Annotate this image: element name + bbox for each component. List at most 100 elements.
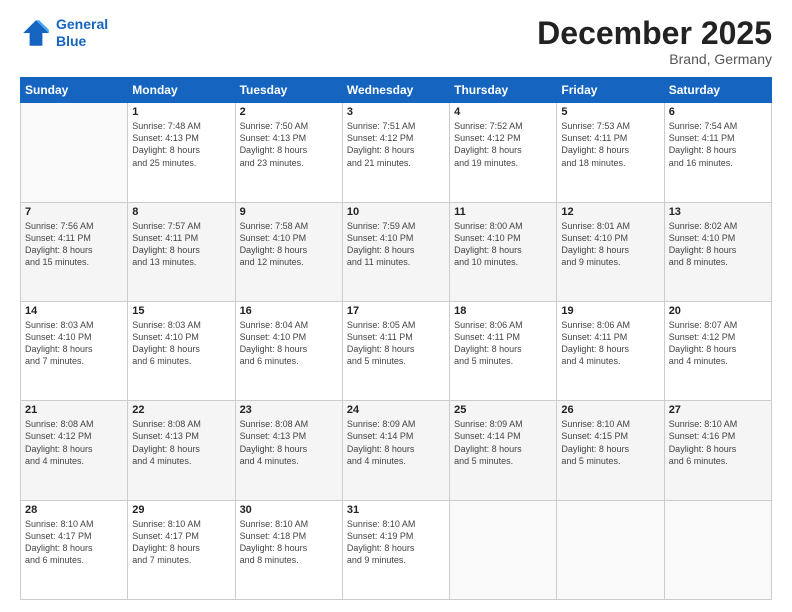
- table-row: 9 Sunrise: 7:58 AMSunset: 4:10 PMDaylight…: [235, 202, 342, 301]
- day-info: Sunrise: 8:07 AMSunset: 4:12 PMDaylight:…: [669, 319, 767, 368]
- day-number: 17: [347, 305, 445, 317]
- calendar-table: Sunday Monday Tuesday Wednesday Thursday…: [20, 77, 772, 600]
- location-subtitle: Brand, Germany: [537, 51, 772, 67]
- table-row: 21 Sunrise: 8:08 AMSunset: 4:12 PMDayligh…: [21, 401, 128, 500]
- day-info: Sunrise: 8:08 AMSunset: 4:13 PMDaylight:…: [240, 418, 338, 467]
- day-number: 15: [132, 305, 230, 317]
- table-row: 18Sunrise: 8:06 AMSunset: 4:11 PMDayligh…: [450, 301, 557, 400]
- day-info: Sunrise: 7:56 AMSunset: 4:11 PMDaylight:…: [25, 220, 123, 269]
- day-info: Sunrise: 7:54 AMSunset: 4:11 PMDaylight:…: [669, 120, 767, 169]
- day-info: Sunrise: 8:10 AMSunset: 4:15 PMDaylight:…: [561, 418, 659, 467]
- month-title: December 2025: [537, 16, 772, 51]
- table-row: 8 Sunrise: 7:57 AMSunset: 4:11 PMDaylight…: [128, 202, 235, 301]
- logo-text: General Blue: [56, 16, 108, 50]
- logo: General Blue: [20, 16, 108, 50]
- table-row: 10Sunrise: 7:59 AMSunset: 4:10 PMDayligh…: [342, 202, 449, 301]
- page: General Blue December 2025 Brand, German…: [0, 0, 792, 612]
- table-row: [557, 500, 664, 599]
- table-row: 2Sunrise: 7:50 AMSunset: 4:13 PMDaylight…: [235, 103, 342, 202]
- day-number: 8: [132, 206, 230, 218]
- col-tuesday: Tuesday: [235, 78, 342, 103]
- table-row: 6 Sunrise: 7:54 AMSunset: 4:11 PMDaylight…: [664, 103, 771, 202]
- day-info: Sunrise: 8:05 AMSunset: 4:11 PMDaylight:…: [347, 319, 445, 368]
- calendar-header-row: Sunday Monday Tuesday Wednesday Thursday…: [21, 78, 772, 103]
- day-number: 26: [561, 404, 659, 416]
- day-number: 1: [132, 106, 230, 118]
- table-row: 3 Sunrise: 7:51 AMSunset: 4:12 PMDaylight…: [342, 103, 449, 202]
- calendar-week-row: 7 Sunrise: 7:56 AMSunset: 4:11 PMDaylight…: [21, 202, 772, 301]
- day-number: 9: [240, 206, 338, 218]
- day-info: Sunrise: 8:10 AMSunset: 4:17 PMDaylight:…: [25, 518, 123, 567]
- table-row: 30 Sunrise: 8:10 AMSunset: 4:18 PMDayligh…: [235, 500, 342, 599]
- table-row: 26 Sunrise: 8:10 AMSunset: 4:15 PMDayligh…: [557, 401, 664, 500]
- header: General Blue December 2025 Brand, German…: [20, 16, 772, 67]
- day-info: Sunrise: 7:48 AMSunset: 4:13 PMDaylight:…: [132, 120, 230, 169]
- day-number: 30: [240, 504, 338, 516]
- logo-line2: Blue: [56, 33, 86, 49]
- day-number: 4: [454, 106, 552, 118]
- day-number: 6: [669, 106, 767, 118]
- table-row: 17 Sunrise: 8:05 AMSunset: 4:11 PMDayligh…: [342, 301, 449, 400]
- table-row: 24 Sunrise: 8:09 AMSunset: 4:14 PMDayligh…: [342, 401, 449, 500]
- table-row: 5 Sunrise: 7:53 AMSunset: 4:11 PMDaylight…: [557, 103, 664, 202]
- day-number: 28: [25, 504, 123, 516]
- day-info: Sunrise: 8:08 AMSunset: 4:12 PMDaylight:…: [25, 418, 123, 467]
- day-info: Sunrise: 7:58 AMSunset: 4:10 PMDaylight:…: [240, 220, 338, 269]
- table-row: 19 Sunrise: 8:06 AMSunset: 4:11 PMDayligh…: [557, 301, 664, 400]
- col-thursday: Thursday: [450, 78, 557, 103]
- day-number: 21: [25, 404, 123, 416]
- day-info: Sunrise: 7:51 AMSunset: 4:12 PMDaylight:…: [347, 120, 445, 169]
- day-number: 24: [347, 404, 445, 416]
- table-row: 1 Sunrise: 7:48 AMSunset: 4:13 PMDaylight…: [128, 103, 235, 202]
- day-info: Sunrise: 8:03 AMSunset: 4:10 PMDaylight:…: [25, 319, 123, 368]
- day-number: 11: [454, 206, 552, 218]
- day-info: Sunrise: 8:02 AMSunset: 4:10 PMDaylight:…: [669, 220, 767, 269]
- table-row: 4 Sunrise: 7:52 AMSunset: 4:12 PMDaylight…: [450, 103, 557, 202]
- table-row: 16Sunrise: 8:04 AMSunset: 4:10 PMDayligh…: [235, 301, 342, 400]
- col-monday: Monday: [128, 78, 235, 103]
- day-info: Sunrise: 8:10 AMSunset: 4:19 PMDaylight:…: [347, 518, 445, 567]
- day-number: 27: [669, 404, 767, 416]
- day-number: 7: [25, 206, 123, 218]
- day-number: 2: [240, 106, 338, 118]
- day-info: Sunrise: 8:08 AMSunset: 4:13 PMDaylight:…: [132, 418, 230, 467]
- calendar-week-row: 21 Sunrise: 8:08 AMSunset: 4:12 PMDayligh…: [21, 401, 772, 500]
- day-info: Sunrise: 8:09 AMSunset: 4:14 PMDaylight:…: [454, 418, 552, 467]
- day-number: 23: [240, 404, 338, 416]
- day-number: 5: [561, 106, 659, 118]
- day-info: Sunrise: 8:06 AMSunset: 4:11 PMDaylight:…: [561, 319, 659, 368]
- day-info: Sunrise: 7:52 AMSunset: 4:12 PMDaylight:…: [454, 120, 552, 169]
- table-row: 29Sunrise: 8:10 AMSunset: 4:17 PMDayligh…: [128, 500, 235, 599]
- day-number: 19: [561, 305, 659, 317]
- table-row: 20 Sunrise: 8:07 AMSunset: 4:12 PMDayligh…: [664, 301, 771, 400]
- day-number: 20: [669, 305, 767, 317]
- day-info: Sunrise: 8:00 AMSunset: 4:10 PMDaylight:…: [454, 220, 552, 269]
- day-info: Sunrise: 8:01 AMSunset: 4:10 PMDaylight:…: [561, 220, 659, 269]
- day-number: 31: [347, 504, 445, 516]
- table-row: 14 Sunrise: 8:03 AMSunset: 4:10 PMDayligh…: [21, 301, 128, 400]
- day-info: Sunrise: 8:09 AMSunset: 4:14 PMDaylight:…: [347, 418, 445, 467]
- table-row: [450, 500, 557, 599]
- day-info: Sunrise: 8:10 AMSunset: 4:18 PMDaylight:…: [240, 518, 338, 567]
- day-number: 25: [454, 404, 552, 416]
- calendar-week-row: 14 Sunrise: 8:03 AMSunset: 4:10 PMDayligh…: [21, 301, 772, 400]
- calendar-week-row: 1 Sunrise: 7:48 AMSunset: 4:13 PMDaylight…: [21, 103, 772, 202]
- day-info: Sunrise: 8:03 AMSunset: 4:10 PMDaylight:…: [132, 319, 230, 368]
- day-info: Sunrise: 7:53 AMSunset: 4:11 PMDaylight:…: [561, 120, 659, 169]
- day-info: Sunrise: 7:57 AMSunset: 4:11 PMDaylight:…: [132, 220, 230, 269]
- table-row: 23 Sunrise: 8:08 AMSunset: 4:13 PMDayligh…: [235, 401, 342, 500]
- day-info: Sunrise: 8:06 AMSunset: 4:11 PMDaylight:…: [454, 319, 552, 368]
- table-row: 12Sunrise: 8:01 AMSunset: 4:10 PMDayligh…: [557, 202, 664, 301]
- day-number: 13: [669, 206, 767, 218]
- day-number: 22: [132, 404, 230, 416]
- table-row: 13 Sunrise: 8:02 AMSunset: 4:10 PMDayligh…: [664, 202, 771, 301]
- table-row: 31 Sunrise: 8:10 AMSunset: 4:19 PMDayligh…: [342, 500, 449, 599]
- title-block: December 2025 Brand, Germany: [537, 16, 772, 67]
- col-sunday: Sunday: [21, 78, 128, 103]
- day-number: 16: [240, 305, 338, 317]
- day-number: 14: [25, 305, 123, 317]
- table-row: [21, 103, 128, 202]
- table-row: 15 Sunrise: 8:03 AMSunset: 4:10 PMDayligh…: [128, 301, 235, 400]
- col-friday: Friday: [557, 78, 664, 103]
- day-number: 3: [347, 106, 445, 118]
